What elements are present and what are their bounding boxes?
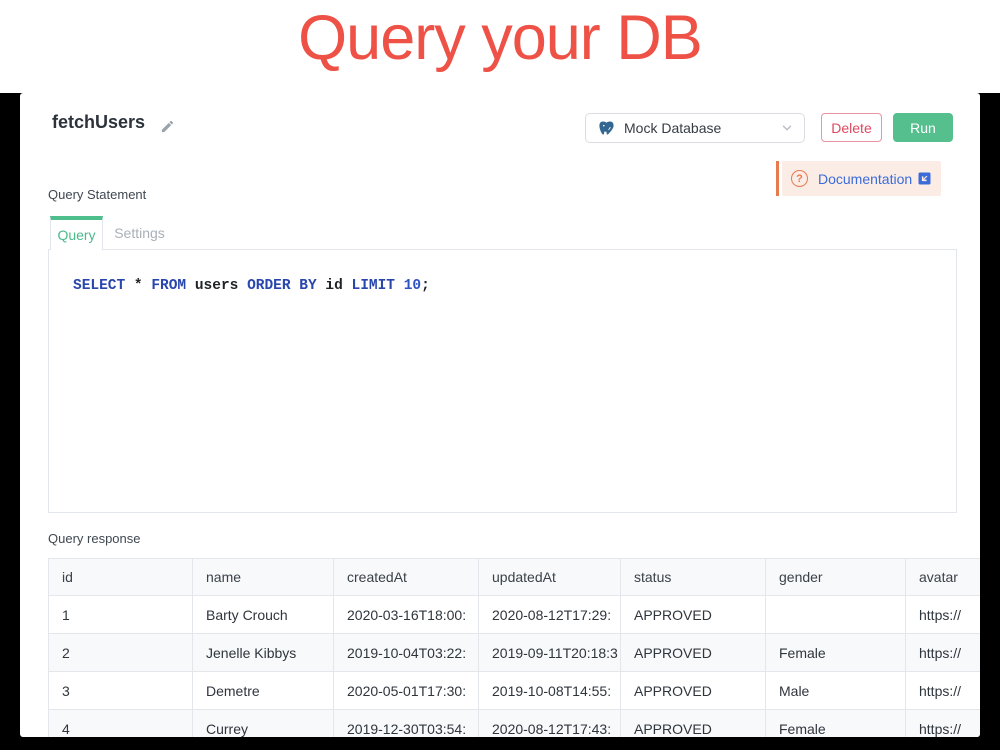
chevron-down-icon: [780, 121, 794, 135]
cell-name: Barty Crouch: [193, 596, 334, 633]
cell-updatedAt: 2019-10-08T14:55:: [479, 672, 621, 709]
cell-status: APPROVED: [621, 710, 766, 737]
column-header-name: name: [193, 559, 334, 595]
tab-query[interactable]: Query: [50, 216, 103, 250]
cell-gender: Female: [766, 634, 906, 671]
table-row[interactable]: 4 Currey 2019-12-30T03:54: 2020-08-12T17…: [49, 710, 980, 737]
query-name: fetchUsers: [52, 112, 145, 133]
response-table: id name createdAt updatedAt status gende…: [48, 558, 980, 737]
sql-operator: *: [134, 278, 143, 294]
cell-updatedAt: 2019-09-11T20:18:3: [479, 634, 621, 671]
cell-id: 3: [49, 672, 193, 709]
sql-keyword: SELECT: [73, 278, 125, 294]
sql-identifier: users: [195, 278, 239, 294]
open-docs-icon: [917, 171, 932, 186]
cell-createdAt: 2019-12-30T03:54:: [334, 710, 479, 737]
resource-selected-value: Mock Database: [624, 120, 780, 136]
sql-editor-box: SELECT * FROM users ORDER BY id LIMIT 10…: [48, 249, 957, 513]
sql-number: 10: [404, 278, 421, 294]
cell-name: Currey: [193, 710, 334, 737]
table-header-row: id name createdAt updatedAt status gende…: [49, 559, 980, 596]
cell-updatedAt: 2020-08-12T17:43:: [479, 710, 621, 737]
cell-gender: Male: [766, 672, 906, 709]
cell-createdAt: 2020-03-16T18:00:: [334, 596, 479, 633]
cell-avatar: https://: [906, 634, 980, 671]
cell-gender: Female: [766, 710, 906, 737]
documentation-link[interactable]: ? Documentation: [782, 161, 941, 196]
tab-settings[interactable]: Settings: [103, 216, 176, 249]
page-title: Query your DB: [0, 2, 1000, 74]
cell-name: Jenelle Kibbys: [193, 634, 334, 671]
sql-editor[interactable]: SELECT * FROM users ORDER BY id LIMIT 10…: [49, 250, 956, 512]
column-header-gender: gender: [766, 559, 906, 595]
cell-status: APPROVED: [621, 596, 766, 633]
column-header-updatedAt: updatedAt: [479, 559, 621, 595]
sql-keyword: FROM: [151, 278, 186, 294]
cell-avatar: https://: [906, 596, 980, 633]
column-header-id: id: [49, 559, 193, 595]
table-row[interactable]: 3 Demetre 2020-05-01T17:30: 2019-10-08T1…: [49, 672, 980, 710]
cell-avatar: https://: [906, 710, 980, 737]
docs-accent-bar: [776, 161, 779, 196]
query-statement-label: Query Statement: [48, 187, 146, 202]
run-button[interactable]: Run: [893, 113, 953, 142]
postgresql-icon: [598, 120, 615, 137]
table-row[interactable]: 2 Jenelle Kibbys 2019-10-04T03:22: 2019-…: [49, 634, 980, 672]
cell-updatedAt: 2020-08-12T17:29:: [479, 596, 621, 633]
cell-avatar: https://: [906, 672, 980, 709]
sql-punctuation: ;: [421, 278, 430, 294]
cell-status: APPROVED: [621, 634, 766, 671]
delete-button[interactable]: Delete: [821, 113, 882, 142]
column-header-status: status: [621, 559, 766, 595]
documentation-label: Documentation: [818, 171, 912, 187]
resource-select[interactable]: Mock Database: [585, 113, 805, 143]
help-circle-icon: ?: [791, 170, 808, 187]
edit-icon[interactable]: [160, 119, 175, 134]
table-row[interactable]: 1 Barty Crouch 2020-03-16T18:00: 2020-08…: [49, 596, 980, 634]
cell-name: Demetre: [193, 672, 334, 709]
cell-gender: [766, 596, 906, 633]
sql-identifier: id: [325, 278, 342, 294]
cell-id: 1: [49, 596, 193, 633]
cell-id: 2: [49, 634, 193, 671]
query-response-label: Query response: [48, 531, 141, 546]
cell-status: APPROVED: [621, 672, 766, 709]
cell-createdAt: 2020-05-01T17:30:: [334, 672, 479, 709]
sql-keyword: LIMIT: [352, 278, 396, 294]
sql-keyword: ORDER BY: [247, 278, 317, 294]
column-header-createdAt: createdAt: [334, 559, 479, 595]
cell-createdAt: 2019-10-04T03:22:: [334, 634, 479, 671]
column-header-avatar: avatar: [906, 559, 980, 595]
query-panel: fetchUsers Mock Database Delete Run ? Do…: [20, 93, 980, 737]
cell-id: 4: [49, 710, 193, 737]
